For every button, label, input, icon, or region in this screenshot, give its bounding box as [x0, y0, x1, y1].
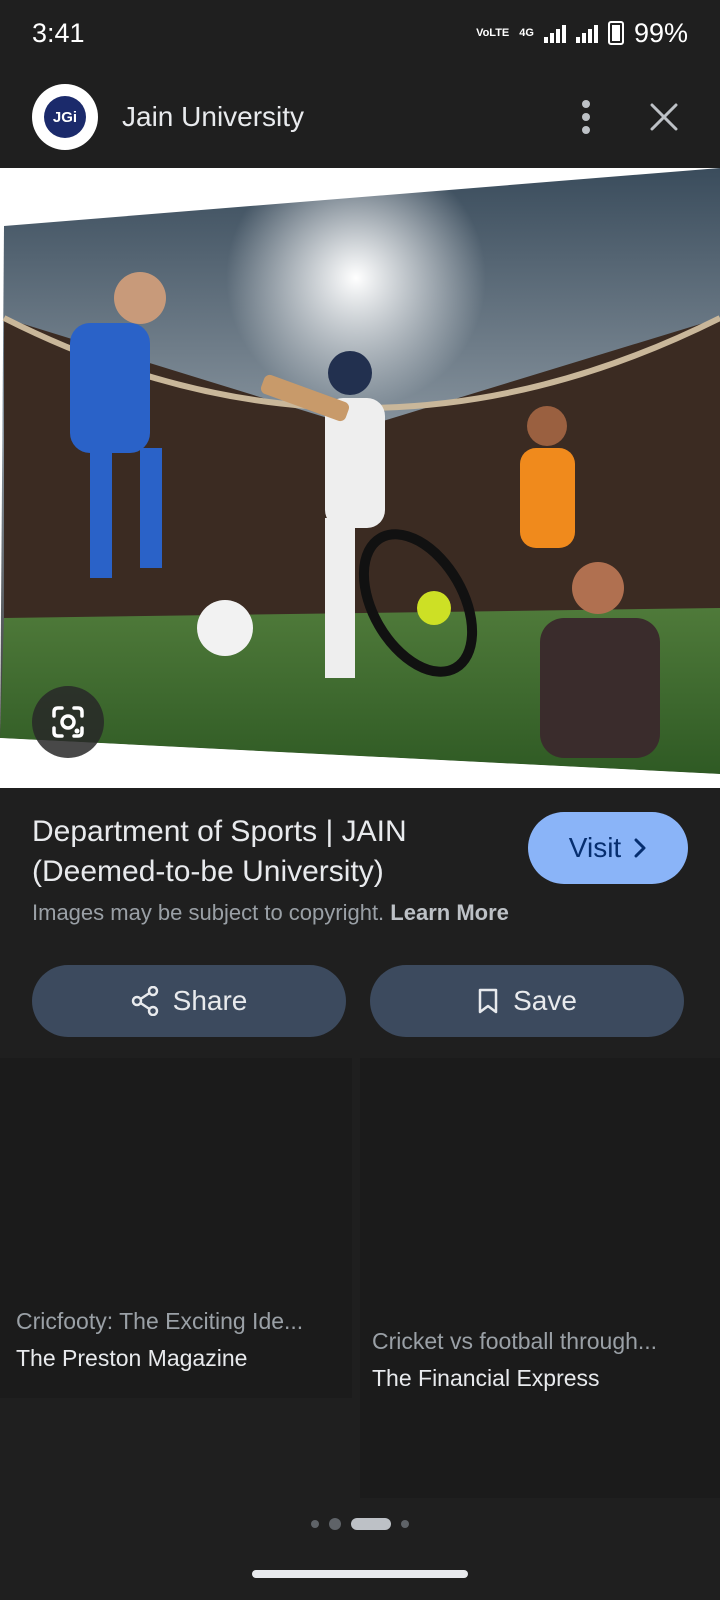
save-label: Save	[513, 985, 577, 1016]
signal-1-icon	[543, 23, 566, 43]
result-title[interactable]: Department of Sports | JAIN (Deemed-to-b…	[32, 812, 492, 892]
site-name[interactable]: Jain University	[122, 101, 532, 133]
bookmark-icon	[478, 988, 498, 1014]
copyright-notice: Images may be subject to copyright. Lear…	[32, 900, 509, 925]
google-lens-icon	[52, 706, 84, 738]
signal-2-icon	[575, 23, 598, 43]
related-card[interactable]: Cricket vs football through... The Finan…	[360, 1058, 720, 1498]
site-logo[interactable]: JGi	[32, 84, 98, 150]
site-logo-text: JGi	[44, 96, 86, 138]
more-vert-icon	[582, 100, 590, 134]
close-button[interactable]	[640, 93, 688, 141]
visit-button[interactable]: Visit	[528, 812, 688, 884]
sports-image-illustration	[0, 168, 720, 788]
share-icon	[131, 986, 158, 1016]
page-dot-active	[351, 1518, 391, 1530]
page-dot	[329, 1518, 341, 1530]
home-indicator[interactable]	[252, 1570, 468, 1578]
network-type-icon: VoLTE	[476, 26, 510, 39]
related-card-title: Cricket vs football through...	[372, 1328, 658, 1354]
status-time: 3:41	[32, 17, 85, 48]
page-dot	[311, 1520, 319, 1528]
share-button[interactable]: Share	[32, 965, 346, 1037]
lens-search-button[interactable]	[32, 686, 104, 758]
status-icons: VoLTE 4G 99%	[476, 18, 688, 49]
page-dot	[401, 1520, 409, 1528]
close-icon	[650, 103, 678, 131]
learn-more-link[interactable]: Learn More	[390, 900, 509, 925]
page-indicator	[0, 1518, 720, 1530]
related-card-title: Cricfooty: The Exciting Ide...	[16, 1308, 304, 1334]
battery-percent: 99%	[633, 17, 688, 48]
status-bar: 3:41 VoLTE 4G 99%	[0, 0, 720, 66]
chevron-right-icon	[634, 838, 646, 858]
visit-label: Visit	[568, 832, 622, 863]
result-image[interactable]	[0, 168, 720, 788]
more-options-button[interactable]	[562, 93, 610, 141]
save-button[interactable]: Save	[370, 965, 684, 1037]
related-card[interactable]: Cricfooty: The Exciting Ide... The Prest…	[0, 1058, 352, 1398]
related-card-source: The Financial Express	[372, 1365, 600, 1391]
battery-icon	[607, 21, 624, 45]
viewer-header: JGi Jain University	[0, 66, 720, 168]
network-4g-icon: 4G	[519, 26, 534, 39]
share-label: Share	[172, 985, 248, 1016]
related-card-source: The Preston Magazine	[16, 1345, 248, 1371]
